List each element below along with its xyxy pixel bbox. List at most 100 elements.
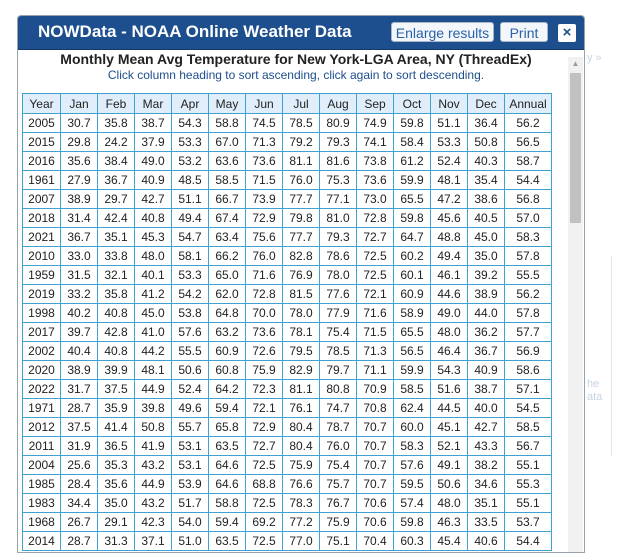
temperature-cell: 79.8 (282, 208, 320, 228)
column-header-sep[interactable]: Sep (356, 93, 394, 114)
table-row: 2017 39.7 42.8 41.0 57.6 63.2 73.6 78.1 75.4 71.5… (22, 322, 552, 342)
temperature-cell: 51.7 (171, 493, 209, 513)
temperature-cell: 42.7 (134, 189, 172, 209)
temperature-cell: 53.2 (171, 151, 209, 171)
temperature-cell: 40.9 (467, 360, 505, 380)
temperature-cell: 80.8 (319, 379, 357, 399)
temperature-cell: 45.0 (467, 227, 505, 247)
dialog-title: NOWData - NOAA Online Weather Data (38, 22, 352, 41)
temperature-cell: 58.3 (504, 227, 552, 247)
temperature-cell: 40.2 (60, 303, 98, 323)
temperature-cell: 48.1 (134, 360, 172, 380)
temperature-cell: 70.7 (356, 436, 394, 456)
column-header-aug[interactable]: Aug (319, 93, 357, 114)
temperature-cell: 37.9 (134, 132, 172, 152)
table-row: 1998 40.2 40.8 45.0 53.8 64.8 70.0 78.0 77.9 71.6… (22, 303, 552, 323)
temperature-cell: 74.7 (319, 398, 357, 418)
temperature-cell: 35.1 (467, 493, 505, 513)
temperature-cell: 42.7 (467, 417, 505, 437)
temperature-cell: 58.8 (208, 113, 246, 133)
column-header-may[interactable]: May (208, 93, 246, 114)
column-header-jul[interactable]: Jul (282, 93, 320, 114)
temperature-cell: 46.1 (430, 265, 468, 285)
dialog-titlebar[interactable]: NOWData - NOAA Online Weather Data Enlar… (18, 16, 584, 50)
temperature-cell: 46.3 (430, 512, 468, 532)
temperature-cell: 72.5 (245, 493, 283, 513)
temperature-cell: 70.6 (356, 493, 394, 513)
temperature-cell: 38.9 (467, 284, 505, 304)
print-button[interactable]: Print (500, 22, 548, 42)
temperature-cell: 63.2 (208, 322, 246, 342)
temperature-cell: 72.1 (245, 398, 283, 418)
temperature-cell: 28.7 (60, 531, 98, 551)
temperature-cell: 54.4 (504, 170, 552, 190)
column-header-year[interactable]: Year (22, 93, 61, 114)
year-cell: 1968 (22, 512, 61, 532)
temperature-cell: 74.5 (245, 113, 283, 133)
temperature-cell: 42.4 (97, 208, 135, 228)
table-row: 2002 40.4 40.8 44.2 55.5 60.9 72.6 79.5 78.5 71.3… (22, 341, 552, 361)
temperature-cell: 40.1 (134, 265, 172, 285)
temperature-cell: 63.4 (208, 227, 246, 247)
column-header-oct[interactable]: Oct (393, 93, 431, 114)
temperature-cell: 38.9 (60, 360, 98, 380)
column-header-annual[interactable]: Annual (504, 93, 552, 114)
temperature-cell: 71.1 (356, 360, 394, 380)
temperature-cell: 37.5 (97, 379, 135, 399)
vertical-scrollbar[interactable]: ▲ (568, 57, 583, 552)
temperature-cell: 44.9 (134, 474, 172, 494)
scrollbar-thumb[interactable] (570, 73, 581, 223)
temperature-cell: 59.4 (208, 398, 246, 418)
column-header-mar[interactable]: Mar (134, 93, 172, 114)
temperature-cell: 48.5 (171, 170, 209, 190)
temperature-cell: 70.7 (356, 455, 394, 475)
results-scroll-area[interactable]: Year Jan Feb Mar Apr May Jun Jul Aug Sep Oct Nov Dec… (18, 86, 568, 552)
table-row: 2007 38.9 29.7 42.7 51.1 66.7 73.9 77.7 77.1 73.0… (22, 189, 552, 209)
temperature-cell: 70.6 (356, 512, 394, 532)
enlarge-results-button[interactable]: Enlarge results (391, 22, 494, 42)
temperature-cell: 53.8 (171, 303, 209, 323)
year-cell: 2020 (22, 360, 61, 380)
temperature-cell: 72.8 (356, 208, 394, 228)
column-header-dec[interactable]: Dec (467, 93, 505, 114)
column-header-nov[interactable]: Nov (430, 93, 468, 114)
year-cell: 2022 (22, 379, 61, 399)
temperature-cell: 44.5 (430, 398, 468, 418)
report-heading: Monthly Mean Avg Temperature for New Yor… (60, 51, 532, 67)
temperature-cell: 53.1 (171, 436, 209, 456)
column-header-jun[interactable]: Jun (245, 93, 283, 114)
temperature-cell: 78.7 (319, 417, 357, 437)
scroll-up-arrow-icon[interactable]: ▲ (568, 57, 583, 71)
temperature-cell: 57.6 (393, 455, 431, 475)
table-header-row: Year Jan Feb Mar Apr May Jun Jul Aug Sep Oct Nov Dec… (22, 93, 552, 114)
temperature-cell: 35.8 (97, 284, 135, 304)
year-cell: 1985 (22, 474, 61, 494)
table-row: 2020 38.9 39.9 48.1 50.6 60.8 75.9 82.9 79.7 71.1… (22, 360, 552, 380)
temperature-cell: 36.5 (97, 436, 135, 456)
temperature-cell: 70.7 (356, 474, 394, 494)
year-cell: 2021 (22, 227, 61, 247)
temperature-cell: 57.6 (171, 322, 209, 342)
temperature-cell: 79.3 (319, 227, 357, 247)
temperature-cell: 63.5 (208, 436, 246, 456)
column-header-feb[interactable]: Feb (97, 93, 135, 114)
temperature-cell: 71.3 (245, 132, 283, 152)
temperature-cell: 64.2 (208, 379, 246, 399)
temperature-cell: 53.3 (171, 132, 209, 152)
table-row: 2018 31.4 42.4 40.8 49.4 67.4 72.9 79.8 81.0 72.8… (22, 208, 552, 228)
temperature-cell: 73.6 (356, 170, 394, 190)
temperature-cell: 58.8 (208, 493, 246, 513)
close-button[interactable]: × (556, 22, 578, 44)
column-header-jan[interactable]: Jan (60, 93, 98, 114)
column-header-apr[interactable]: Apr (171, 93, 209, 114)
temperature-cell: 75.4 (319, 455, 357, 475)
temperature-cell: 59.4 (208, 512, 246, 532)
temperature-cell: 45.3 (134, 227, 172, 247)
temperature-cell: 40.4 (60, 341, 98, 361)
temperature-cell: 30.7 (60, 113, 98, 133)
temperature-cell: 75.3 (319, 170, 357, 190)
temperature-cell: 56.2 (504, 113, 552, 133)
temperature-cell: 35.1 (97, 227, 135, 247)
temperature-cell: 35.4 (467, 170, 505, 190)
temperature-cell: 40.8 (134, 208, 172, 228)
